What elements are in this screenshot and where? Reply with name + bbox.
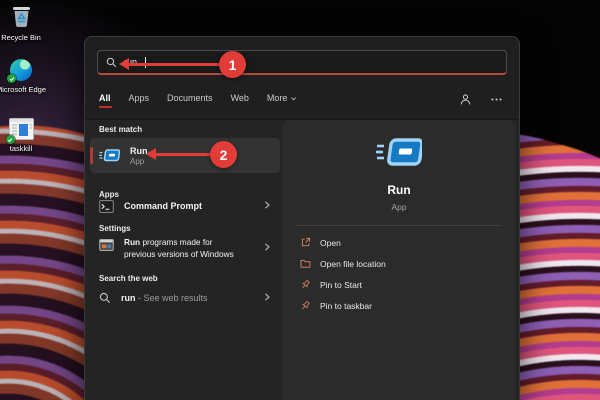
action-open[interactable]: Open (282, 232, 516, 253)
tab-apps[interactable]: Apps (128, 91, 151, 109)
annotation-number-badge: 1 (219, 51, 246, 78)
result-title: Run programs made for previous versions … (124, 236, 250, 260)
result-run-best-match[interactable]: Run App (90, 138, 280, 173)
search-results-area: Best match Run Ap (85, 119, 519, 400)
tab-web[interactable]: Web (230, 91, 250, 109)
annotation-number-badge: 2 (210, 141, 237, 168)
selection-indicator (90, 147, 93, 164)
detail-divider (297, 225, 501, 226)
pin-icon (300, 300, 311, 311)
windows-search-panel: run All Apps Documents Web More (84, 36, 520, 400)
detail-actions: Open Open file location Pin to Start (282, 232, 516, 316)
run-app-icon-large (376, 137, 422, 169)
desktop-icon-recycle-bin[interactable]: Recycle Bin (0, 3, 47, 43)
folder-icon (300, 258, 311, 269)
chevron-right-icon (263, 289, 271, 307)
run-app-icon (99, 148, 120, 163)
desktop: Recycle Bin Microsoft Edge (0, 0, 600, 400)
desktop-icon-label: Microsoft Edge (0, 85, 47, 94)
desktop-icon-label: taskkill (0, 144, 47, 153)
recycle-bin-icon (9, 3, 34, 31)
tab-documents[interactable]: Documents (166, 91, 214, 109)
search-filter-tabs: All Apps Documents Web More (98, 91, 298, 109)
result-command-prompt[interactable]: Command Prompt (90, 194, 280, 218)
pin-icon (300, 279, 311, 290)
action-pin-to-taskbar[interactable]: Pin to taskbar (282, 295, 516, 316)
search-header-icons (459, 93, 503, 106)
open-icon (300, 237, 311, 248)
result-run-compatibility-settings[interactable]: Run programs made for previous versions … (90, 232, 280, 264)
chevron-right-icon (263, 239, 271, 257)
compatibility-settings-icon (99, 239, 114, 251)
shortcut-check-badge (6, 135, 15, 144)
annotation-arrow-shaft (127, 63, 219, 66)
section-header-search-the-web: Search the web (99, 274, 158, 283)
chevron-right-icon (263, 197, 271, 215)
desktop-icon-label: Recycle Bin (0, 33, 47, 42)
result-subtitle: App (130, 157, 148, 166)
chevron-down-icon (290, 95, 297, 102)
account-icon[interactable] (459, 93, 472, 106)
detail-app-type: App (391, 202, 406, 212)
result-title: Command Prompt (124, 201, 202, 211)
result-detail-pane: Run App Open Open file location (282, 120, 516, 400)
taskkill-icon (9, 118, 34, 142)
edge-icon (10, 59, 32, 81)
action-pin-to-start[interactable]: Pin to Start (282, 274, 516, 295)
web-query: run (121, 293, 136, 303)
desktop-icon-taskkill[interactable]: taskkill (0, 118, 47, 154)
annotation-arrow-shaft (154, 153, 212, 156)
desktop-icon-microsoft-edge[interactable]: Microsoft Edge (0, 59, 47, 95)
detail-app-name: Run (387, 183, 410, 197)
search-icon (106, 57, 117, 68)
command-prompt-icon (99, 200, 114, 213)
action-open-file-location[interactable]: Open file location (282, 253, 516, 274)
result-web-search[interactable]: run - See web results (90, 286, 280, 310)
tab-more[interactable]: More (266, 91, 299, 109)
web-query-suffix: - See web results (136, 293, 208, 303)
tab-all[interactable]: All (98, 91, 112, 109)
section-header-best-match: Best match (99, 125, 142, 134)
search-icon (99, 292, 111, 304)
result-title: Run (130, 146, 148, 156)
more-options-icon[interactable] (490, 93, 503, 106)
shortcut-check-badge (7, 74, 16, 83)
